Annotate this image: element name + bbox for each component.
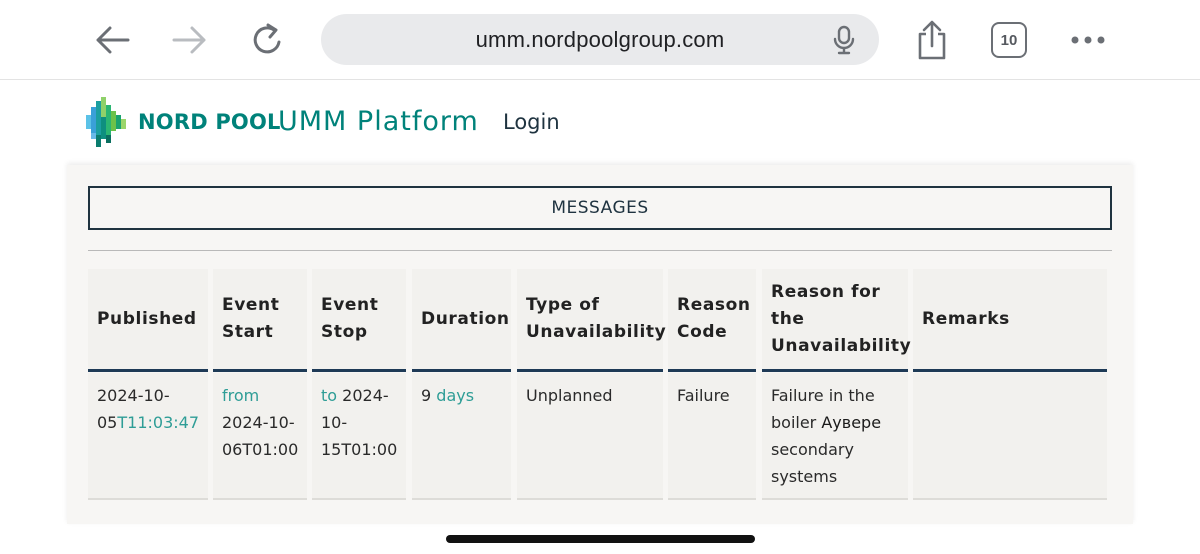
share-icon[interactable]: [910, 18, 954, 62]
messages-panel: MESSAGES Published Event Start Event Sto…: [67, 165, 1133, 524]
address-bar[interactable]: umm.nordpoolgroup.com: [321, 14, 879, 65]
home-indicator: [446, 535, 755, 543]
browser-toolbar: umm.nordpoolgroup.com 10: [0, 0, 1200, 80]
column-header-event-stop: Event Stop: [312, 269, 406, 372]
column-header-duration: Duration: [412, 269, 511, 372]
cell-reason-code: Failure: [668, 373, 756, 500]
duration-value: 9: [421, 386, 432, 405]
reload-icon[interactable]: [246, 20, 290, 60]
reason-text-end: secondary systems: [771, 440, 854, 486]
microphone-icon[interactable]: [831, 25, 857, 55]
column-header-reason: Reason for the Unavailability: [762, 269, 911, 372]
cell-reason: Failure in the boiler Аувере secondary s…: [762, 373, 908, 500]
cell-remarks: [913, 373, 1107, 500]
duration-unit: days: [436, 386, 475, 405]
divider: [88, 250, 1112, 251]
reason-highlight: Аувере: [821, 413, 882, 432]
cell-event-start: from 2024-10-06T01:00: [213, 373, 307, 500]
back-arrow-icon[interactable]: [90, 22, 134, 58]
cell-published: 2024-10-05T11:03:47: [88, 373, 208, 500]
platform-title[interactable]: UMM Platform: [278, 106, 479, 137]
forward-arrow-icon[interactable]: [168, 22, 212, 58]
logo-wordmark[interactable]: NORD POOL: [138, 110, 281, 134]
column-header-published: Published: [88, 269, 208, 372]
event-stop-prefix: to: [321, 386, 338, 405]
published-time: T11:03:47: [117, 413, 199, 432]
nord-pool-logo-icon[interactable]: [86, 97, 130, 149]
tabs-icon[interactable]: 10: [991, 22, 1027, 58]
column-header-type: Type of Unavailability: [517, 269, 666, 372]
url-text: umm.nordpoolgroup.com: [475, 27, 725, 52]
site-header: NORD POOL UMM Platform Login: [0, 81, 1200, 165]
tab-count: 10: [1000, 31, 1018, 49]
column-header-event-start: Event Start: [213, 269, 307, 372]
login-link[interactable]: Login: [503, 110, 560, 134]
cell-event-stop: to 2024-10-15T01:00: [312, 373, 406, 500]
event-start-value: 2024-10-06T01:00: [222, 413, 299, 459]
column-header-remarks: Remarks: [913, 269, 1107, 372]
cell-type: Unplanned: [517, 373, 663, 500]
column-header-reason-code: Reason Code: [668, 269, 756, 372]
messages-tab[interactable]: MESSAGES: [88, 186, 1112, 230]
event-start-prefix: from: [222, 386, 260, 405]
cell-duration: 9 days: [412, 373, 511, 500]
more-icon[interactable]: [1066, 24, 1110, 56]
